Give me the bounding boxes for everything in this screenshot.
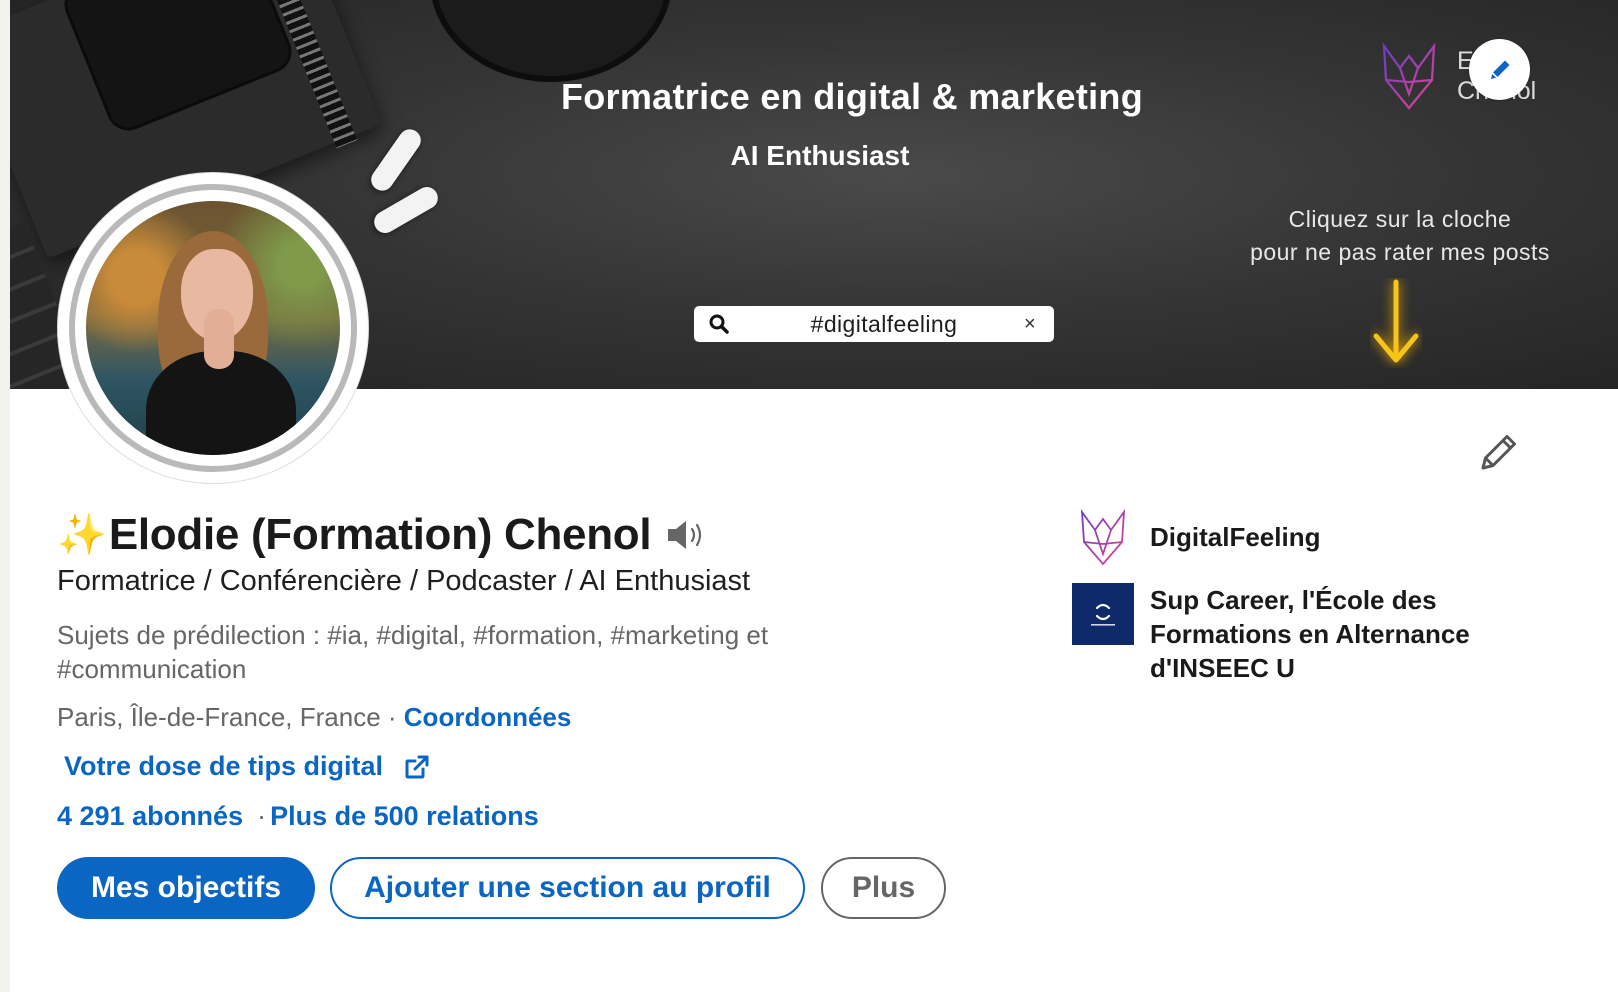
banner-cup-image (430, 0, 672, 82)
location-row: Paris, Île-de-France, France · Coordonné… (57, 702, 571, 733)
close-icon: × (1024, 312, 1036, 335)
edit-banner-button[interactable] (1469, 39, 1530, 100)
sup-career-logo (1072, 583, 1134, 645)
pencil-icon (1490, 60, 1509, 79)
profile-photo[interactable] (58, 173, 368, 483)
banner-subtitle: AI Enthusiast (730, 140, 910, 171)
company-digitalfeeling[interactable]: DigitalFeeling (1072, 506, 1510, 568)
banner-cta-line: pour ne pas rater mes posts (1250, 239, 1550, 265)
location-separator: · (380, 702, 404, 732)
company-name: Sup Career, l'École des Formations en Al… (1150, 585, 1470, 683)
profile-topics: Sujets de prédilection : #ia, #digital, … (57, 620, 769, 684)
stats-separator: · (257, 801, 267, 831)
profile-location: Paris, Île-de-France, France (57, 702, 381, 732)
website-link[interactable]: Votre dose de tips digital (64, 751, 431, 782)
profile-headline: Formatrice / Conférencière / Podcaster /… (57, 565, 751, 597)
more-button[interactable]: Plus (821, 857, 946, 919)
banner-search-tag: #digitalfeeling (810, 310, 958, 337)
followers-link[interactable]: 4 291 abonnés (57, 801, 243, 831)
pencil-outline-icon[interactable] (1477, 430, 1521, 474)
banner-search-bar: #digitalfeeling × (694, 306, 1054, 342)
banner-title: Formatrice en digital & marketing (560, 76, 1144, 117)
my-goals-button[interactable]: Mes objectifs (57, 857, 315, 919)
connections-link[interactable]: Plus de 500 relations (270, 801, 539, 831)
digitalfeeling-logo (1080, 508, 1126, 566)
name-row: ✨ Elodie (Formation) Chenol (57, 510, 707, 560)
contact-info-link[interactable]: Coordonnées (404, 702, 572, 732)
stats-row: 4 291 abonnés · Plus de 500 relations (57, 801, 539, 832)
add-profile-section-button[interactable]: Ajouter une section au profil (330, 857, 805, 919)
speaker-icon[interactable] (665, 517, 707, 553)
digitalfeeling-logo (1382, 42, 1436, 110)
company-sup-career[interactable]: Sup Career, l'École des Formations en Al… (1072, 583, 1510, 685)
arrow-down-icon (1373, 279, 1419, 363)
website-label: Votre dose de tips digital (64, 751, 384, 781)
sparkles-icon: ✨ (57, 513, 107, 557)
external-link-icon (403, 753, 431, 781)
search-icon (694, 313, 744, 335)
banner-earbud-image (366, 125, 426, 195)
profile-name: Elodie (Formation) Chenol (108, 510, 652, 559)
company-name: DigitalFeeling (1150, 522, 1321, 552)
banner-cta: Cliquez sur la cloche pour ne pas rater … (1180, 203, 1618, 269)
banner-cta-line: Cliquez sur la cloche (1288, 206, 1512, 232)
profile-card: Formatrice en digital & marketing AI Ent… (10, 0, 1618, 992)
profile-photo-ring (69, 184, 357, 472)
